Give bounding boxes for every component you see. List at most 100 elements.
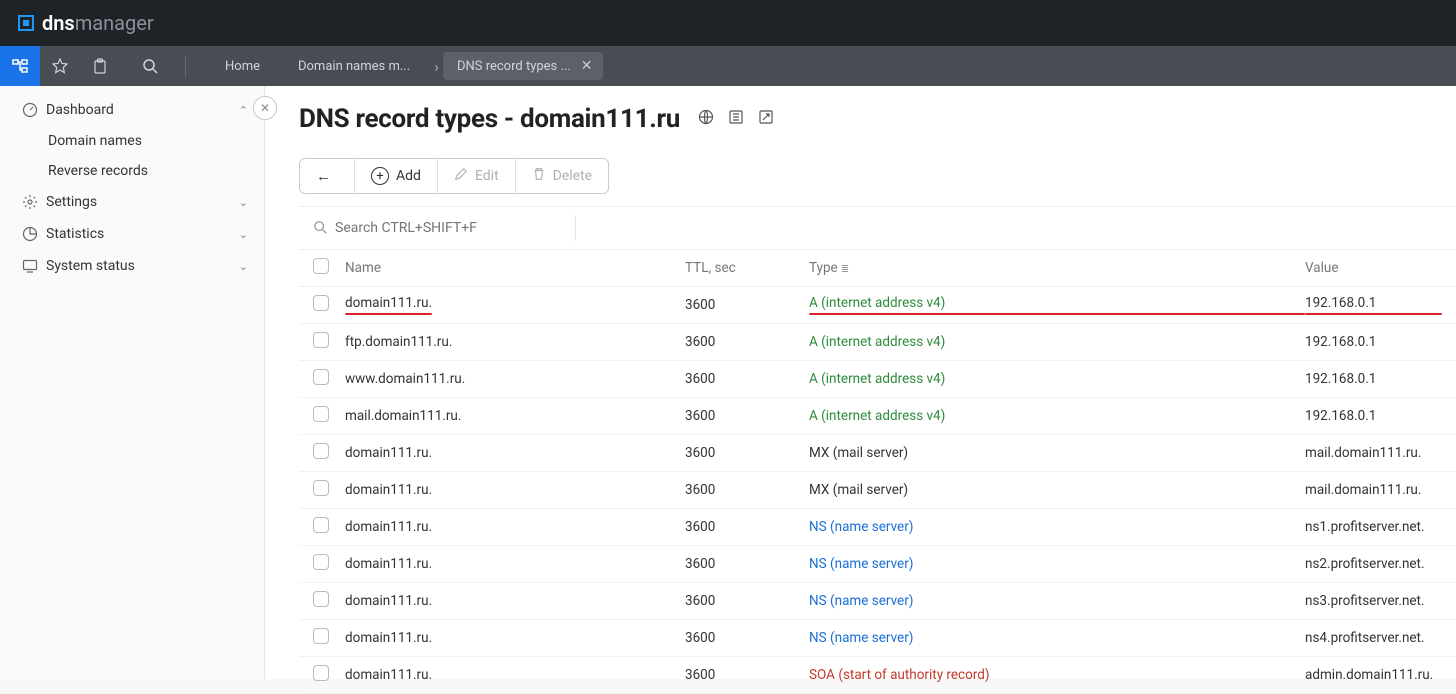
chevron-up-icon: ⌃ <box>239 104 248 117</box>
sidebar-item-reverse-records[interactable]: Reverse records <box>0 156 264 186</box>
settings-icon <box>20 194 40 210</box>
back-button[interactable]: ← <box>300 159 355 193</box>
divider <box>575 215 576 241</box>
sidebar-item-label: Dashboard <box>46 102 114 118</box>
column-header-ttl[interactable]: TTL, sec <box>685 260 809 276</box>
record-type: NS (name server) <box>809 593 1305 609</box>
sidebar-item-label: Settings <box>46 194 97 210</box>
table-row[interactable]: domain111.ru.3600A (internet address v4)… <box>299 287 1456 324</box>
row-checkbox[interactable] <box>313 369 329 385</box>
record-type: NS (name server) <box>809 630 1305 646</box>
column-header-type[interactable]: Type≣ <box>809 260 1305 276</box>
table-row[interactable]: mail.domain111.ru.3600A (internet addres… <box>299 398 1456 435</box>
divider <box>185 55 186 77</box>
record-type: MX (mail server) <box>809 445 1305 461</box>
row-checkbox[interactable] <box>313 480 329 496</box>
record-ttl: 3600 <box>685 667 809 683</box>
table-row[interactable]: www.domain111.ru.3600A (internet address… <box>299 361 1456 398</box>
record-name[interactable]: domain111.ru. <box>345 593 685 609</box>
row-checkbox[interactable] <box>313 406 329 422</box>
sidebar-item-label: Statistics <box>46 226 104 242</box>
record-name[interactable]: ftp.domain111.ru. <box>345 334 685 350</box>
breadcrumb-home[interactable]: Home <box>211 53 274 80</box>
arrow-left-icon: ← <box>316 167 331 185</box>
clipboard-button[interactable] <box>80 46 120 86</box>
record-name[interactable]: mail.domain111.ru. <box>345 408 685 424</box>
breadcrumb-active-tab[interactable]: DNS record types ... ✕ <box>443 52 603 80</box>
table-row[interactable]: domain111.ru.3600NS (name server)ns2.pro… <box>299 546 1456 583</box>
breadcrumb-domain-names[interactable]: Domain names m... <box>284 53 424 80</box>
record-name[interactable]: domain111.ru. <box>345 482 685 498</box>
row-checkbox[interactable] <box>313 295 329 311</box>
record-name[interactable]: domain111.ru. <box>345 295 685 315</box>
delete-button[interactable]: Delete <box>516 159 608 193</box>
records-table: Name TTL, sec Type≣ Value domain111.ru.3… <box>299 206 1456 694</box>
gauge-icon <box>20 102 40 118</box>
list-icon[interactable] <box>728 110 744 129</box>
record-type: MX (mail server) <box>809 482 1305 498</box>
record-value: mail.domain111.ru. <box>1305 445 1442 461</box>
button-label: Add <box>396 168 421 184</box>
table-row[interactable]: domain111.ru.3600MX (mail server)mail.do… <box>299 435 1456 472</box>
add-button[interactable]: + Add <box>355 159 438 193</box>
edit-button[interactable]: Edit <box>438 159 516 193</box>
row-checkbox[interactable] <box>313 332 329 348</box>
close-icon[interactable]: ✕ <box>581 58 593 74</box>
record-name[interactable]: domain111.ru. <box>345 667 685 683</box>
row-checkbox[interactable] <box>313 554 329 570</box>
record-value: ns4.profitserver.net. <box>1305 630 1442 646</box>
tab-label: DNS record types ... <box>457 59 571 74</box>
sidebar-item-label: System status <box>46 258 135 274</box>
record-value: mail.domain111.ru. <box>1305 482 1442 498</box>
record-value: ns1.profitserver.net. <box>1305 519 1442 535</box>
export-icon[interactable] <box>758 110 774 129</box>
app-header: dnsmanager <box>0 0 1456 46</box>
column-header-name[interactable]: Name <box>345 260 685 276</box>
pie-chart-icon <box>20 226 40 242</box>
sidebar-item-system-status[interactable]: System status ⌄ <box>0 250 264 282</box>
row-checkbox[interactable] <box>313 517 329 533</box>
main-content: ✕ DNS record types - domain111.ru ← + Ad… <box>265 86 1456 679</box>
sidebar-item-domain-names[interactable]: Domain names <box>0 126 264 156</box>
global-search-button[interactable] <box>130 58 170 74</box>
table-row[interactable]: domain111.ru.3600SOA (start of authority… <box>299 657 1456 694</box>
chevron-down-icon: ⌄ <box>239 228 248 241</box>
record-value: 192.168.0.1 <box>1305 408 1442 424</box>
table-search-input[interactable] <box>335 220 565 236</box>
record-ttl: 3600 <box>685 556 809 572</box>
row-checkbox[interactable] <box>313 443 329 459</box>
record-value: admin.domain111.ru. <box>1305 667 1442 683</box>
top-toolbar: Home Domain names m... › DNS record type… <box>0 46 1456 86</box>
globe-icon[interactable] <box>698 110 714 129</box>
tree-view-button[interactable] <box>0 46 40 86</box>
record-name[interactable]: domain111.ru. <box>345 630 685 646</box>
table-row[interactable]: ftp.domain111.ru.3600A (internet address… <box>299 324 1456 361</box>
record-name[interactable]: domain111.ru. <box>345 519 685 535</box>
table-row[interactable]: domain111.ru.3600MX (mail server)mail.do… <box>299 472 1456 509</box>
search-icon <box>313 219 327 238</box>
record-name[interactable]: domain111.ru. <box>345 556 685 572</box>
trash-icon <box>532 167 546 185</box>
sidebar-item-statistics[interactable]: Statistics ⌄ <box>0 218 264 250</box>
record-name[interactable]: www.domain111.ru. <box>345 371 685 387</box>
row-checkbox[interactable] <box>313 628 329 644</box>
sidebar-item-settings[interactable]: Settings ⌄ <box>0 186 264 218</box>
row-checkbox[interactable] <box>313 591 329 607</box>
table-row[interactable]: domain111.ru.3600NS (name server)ns3.pro… <box>299 583 1456 620</box>
select-all-checkbox[interactable] <box>313 258 329 274</box>
plus-circle-icon: + <box>371 167 389 185</box>
chevron-down-icon: ⌄ <box>239 260 248 273</box>
sidebar-item-dashboard[interactable]: Dashboard ⌃ <box>0 94 264 126</box>
record-name[interactable]: domain111.ru. <box>345 445 685 461</box>
table-row[interactable]: domain111.ru.3600NS (name server)ns4.pro… <box>299 620 1456 657</box>
panel-close-button[interactable]: ✕ <box>253 96 277 120</box>
column-header-value[interactable]: Value <box>1305 260 1442 276</box>
record-ttl: 3600 <box>685 371 809 387</box>
favorites-button[interactable] <box>40 46 80 86</box>
record-type: A (internet address v4) <box>809 408 1305 424</box>
record-type: NS (name server) <box>809 556 1305 572</box>
record-ttl: 3600 <box>685 519 809 535</box>
page-title: DNS record types - domain111.ru <box>299 104 680 134</box>
table-row[interactable]: domain111.ru.3600NS (name server)ns1.pro… <box>299 509 1456 546</box>
pencil-icon <box>454 167 468 185</box>
